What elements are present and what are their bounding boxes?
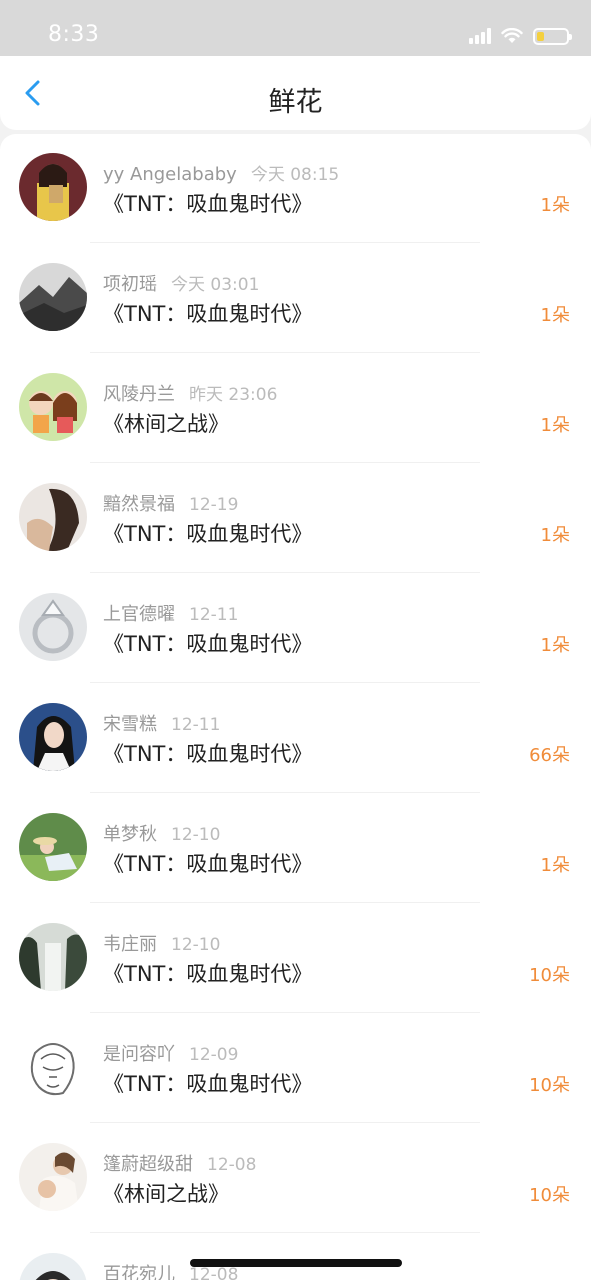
nav-bar: 鲜花 (0, 56, 591, 130)
work-title[interactable]: 《TNT：吸血鬼时代》 (103, 188, 312, 218)
status-icons (469, 24, 572, 48)
wifi-icon (501, 28, 523, 43)
work-title[interactable]: 《TNT：吸血鬼时代》 (103, 518, 312, 548)
signal-icon (469, 28, 491, 44)
list-item[interactable]: 上官德曜 12-11 《TNT：吸血鬼时代》 1朵 (0, 574, 591, 684)
timestamp: 昨天 23:06 (189, 385, 278, 405)
list-item[interactable]: yy Angelababy 今天 08:15 《TNT：吸血鬼时代》 1朵 (0, 134, 591, 244)
user-name[interactable]: 单梦秋 (103, 824, 157, 845)
status-bar: 8:33 (0, 0, 591, 58)
timestamp: 12-10 (171, 935, 221, 955)
avatar[interactable] (19, 1253, 87, 1280)
avatar[interactable] (19, 483, 87, 551)
flower-count: 10朵 (529, 965, 570, 986)
avatar[interactable] (19, 373, 87, 441)
battery-icon (533, 27, 572, 45)
divider (90, 1122, 480, 1123)
list-item[interactable]: 风陵丹兰 昨天 23:06 《林间之战》 1朵 (0, 354, 591, 464)
page-title: 鲜花 (268, 87, 323, 118)
timestamp: 12-08 (207, 1155, 257, 1175)
flower-count: 1朵 (540, 305, 570, 326)
list-item[interactable]: 项初瑶 今天 03:01 《TNT：吸血鬼时代》 1朵 (0, 244, 591, 354)
work-title[interactable]: 《TNT：吸血鬼时代》 (103, 848, 312, 878)
divider (90, 1232, 480, 1233)
timestamp: 12-10 (171, 825, 221, 845)
user-name[interactable]: 是问容吖 (103, 1044, 175, 1065)
avatar[interactable] (19, 703, 87, 771)
flower-count: 1朵 (540, 525, 570, 546)
work-title[interactable]: 《TNT：吸血鬼时代》 (103, 1068, 312, 1098)
list-item[interactable]: 是问容吖 12-09 《TNT：吸血鬼时代》 10朵 (0, 1014, 591, 1124)
list-item[interactable]: 宋雪糕 12-11 《TNT：吸血鬼时代》 66朵 (0, 684, 591, 794)
user-name[interactable]: 篷蔚超级甜 (103, 1154, 193, 1175)
user-name[interactable]: 上官德曜 (103, 604, 175, 625)
divider (90, 902, 480, 903)
timestamp: 今天 03:01 (171, 275, 260, 295)
list-item[interactable]: 黯然景福 12-19 《TNT：吸血鬼时代》 1朵 (0, 464, 591, 574)
work-title[interactable]: 《林间之战》 (103, 408, 229, 438)
flower-count: 1朵 (540, 855, 570, 876)
list-item[interactable]: 单梦秋 12-10 《TNT：吸血鬼时代》 1朵 (0, 794, 591, 904)
user-name[interactable]: 项初瑶 (103, 274, 157, 295)
avatar[interactable] (19, 593, 87, 661)
divider (90, 1012, 480, 1013)
avatar[interactable] (19, 923, 87, 991)
divider (90, 572, 480, 573)
divider (90, 462, 480, 463)
divider (90, 242, 480, 243)
timestamp: 12-09 (189, 1045, 239, 1065)
avatar[interactable] (19, 263, 87, 331)
list-item[interactable]: 百花宛儿 12-08 (0, 1234, 591, 1280)
divider (90, 792, 480, 793)
user-name[interactable]: 风陵丹兰 (103, 384, 175, 405)
flower-count: 66朵 (529, 745, 570, 766)
list-item[interactable]: 韦庄丽 12-10 《TNT：吸血鬼时代》 10朵 (0, 904, 591, 1014)
flower-count: 10朵 (529, 1075, 570, 1096)
user-name[interactable]: 宋雪糕 (103, 714, 157, 735)
timestamp: 12-11 (189, 605, 239, 625)
list-item[interactable]: 篷蔚超级甜 12-08 《林间之战》 10朵 (0, 1124, 591, 1234)
avatar[interactable] (19, 813, 87, 881)
flower-count: 1朵 (540, 415, 570, 436)
flower-count: 10朵 (529, 1185, 570, 1206)
timestamp: 今天 08:15 (250, 165, 340, 185)
avatar[interactable] (19, 153, 87, 221)
divider (90, 352, 480, 353)
user-name[interactable]: 韦庄丽 (103, 934, 157, 955)
timestamp: 12-11 (171, 715, 221, 735)
avatar[interactable] (19, 1143, 87, 1211)
user-name[interactable]: yy Angelababy (103, 164, 237, 185)
status-time: 8:33 (48, 22, 100, 47)
work-title[interactable]: 《TNT：吸血鬼时代》 (103, 958, 312, 988)
divider (90, 682, 480, 683)
work-title[interactable]: 《TNT：吸血鬼时代》 (103, 298, 312, 328)
user-name[interactable]: 黯然景福 (103, 494, 175, 515)
user-name[interactable]: 百花宛儿 (103, 1264, 175, 1280)
flower-count: 1朵 (540, 195, 570, 216)
work-title[interactable]: 《TNT：吸血鬼时代》 (103, 738, 312, 768)
flower-count: 1朵 (540, 635, 570, 656)
work-title[interactable]: 《林间之战》 (103, 1178, 229, 1208)
avatar[interactable] (19, 1033, 87, 1101)
timestamp: 12-08 (189, 1265, 239, 1280)
work-title[interactable]: 《TNT：吸血鬼时代》 (103, 628, 312, 658)
flower-list: yy Angelababy 今天 08:15 《TNT：吸血鬼时代》 1朵 项初瑶… (0, 134, 591, 1280)
home-indicator[interactable] (190, 1259, 402, 1267)
timestamp: 12-19 (189, 495, 239, 515)
